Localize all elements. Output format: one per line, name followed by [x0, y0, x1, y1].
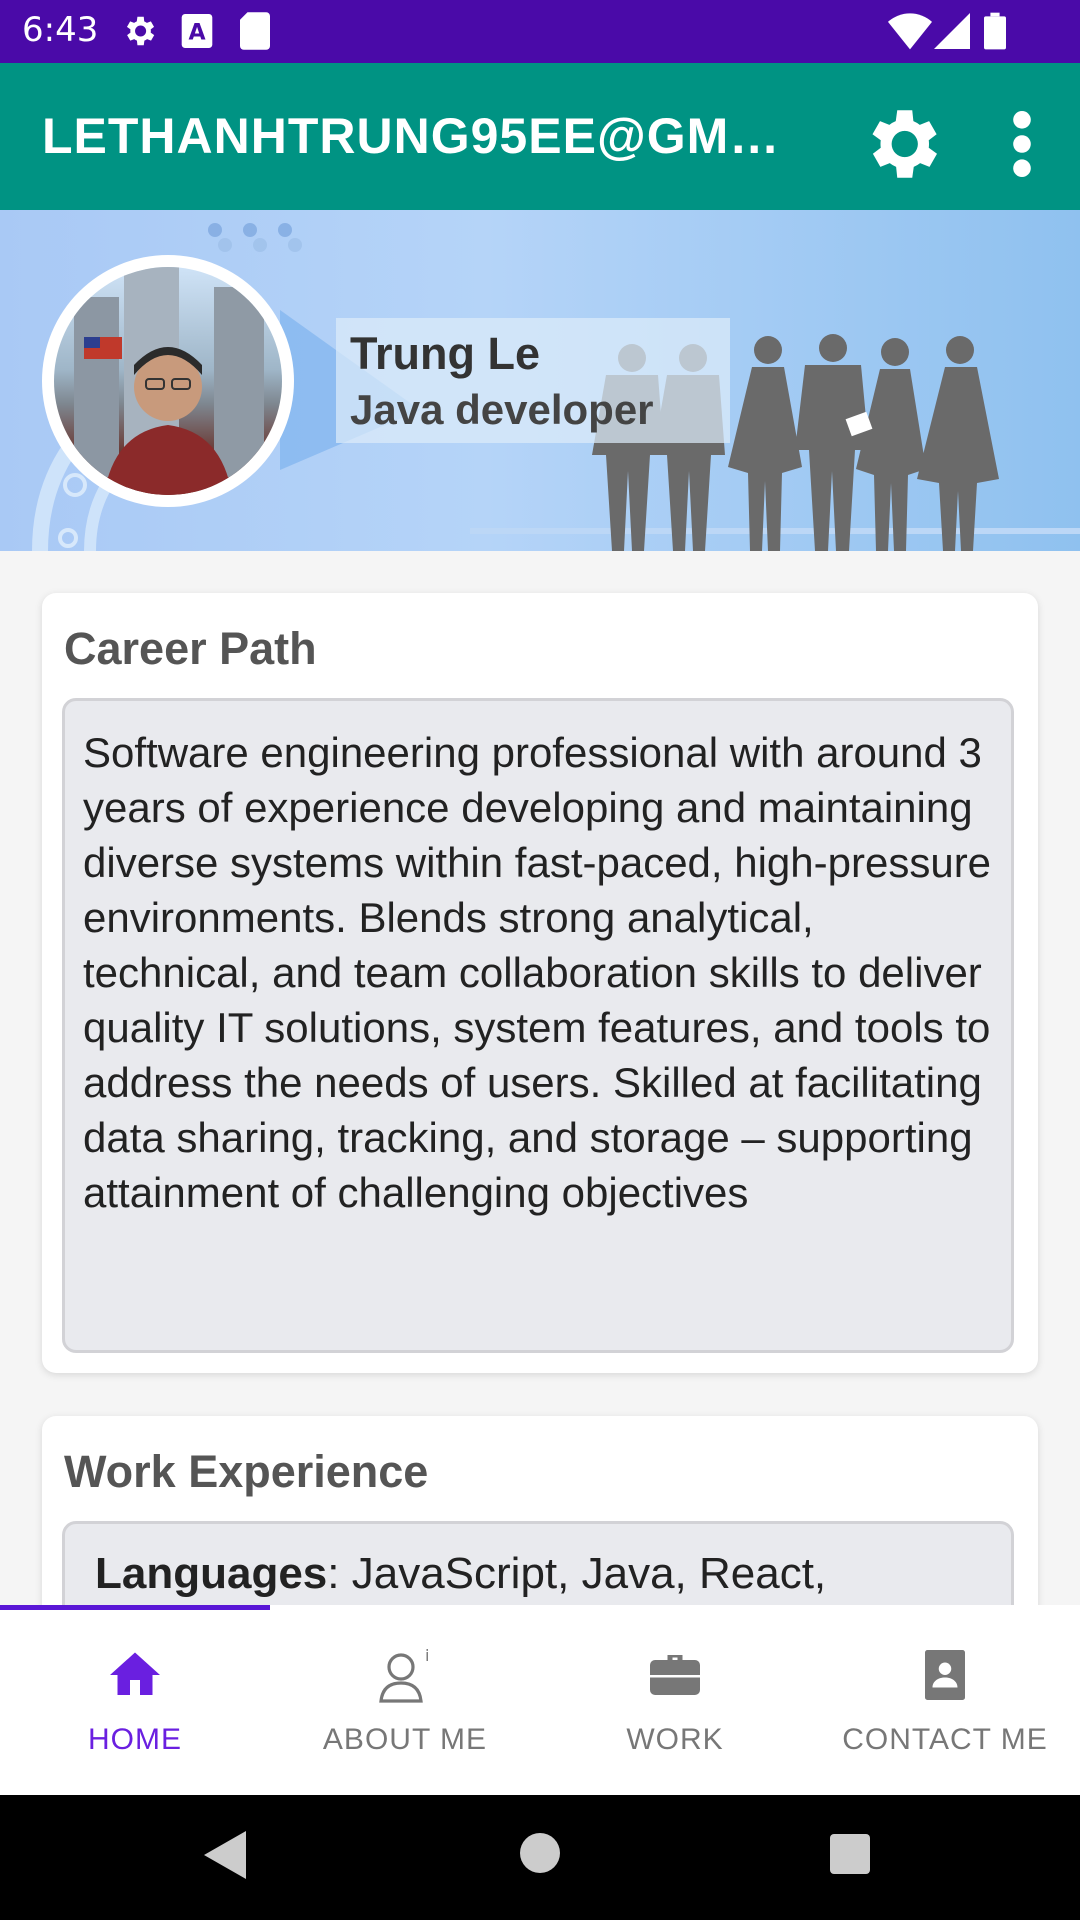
wifi-icon	[888, 13, 932, 50]
avatar	[42, 255, 294, 507]
sd-card-icon	[240, 12, 270, 50]
status-time: 6:43	[22, 10, 99, 50]
work-experience-languages: Languages: JavaScript, Java, React,	[95, 1546, 1005, 1601]
settings-icon[interactable]	[856, 99, 946, 189]
career-path-body: Software engineering professional with a…	[83, 729, 992, 1216]
more-vert-icon[interactable]	[1010, 111, 1034, 177]
nav-home[interactable]: HOME	[0, 1605, 270, 1795]
nav-work-label: WORK	[626, 1723, 724, 1756]
profile-role: Java developer	[350, 386, 654, 433]
home-icon	[110, 1652, 160, 1695]
home-circle-icon[interactable]	[520, 1833, 560, 1873]
profile-photo	[54, 267, 282, 495]
system-navigation-bar	[0, 1795, 1080, 1920]
battery-icon	[984, 12, 1006, 50]
cell-signal-icon	[934, 13, 970, 49]
nav-work[interactable]: WORK	[540, 1605, 810, 1795]
profile-banner: Trung Le Java developer	[0, 210, 1080, 551]
career-path-body-box: Software engineering professional with a…	[62, 698, 1014, 1353]
app-bar-title: LETHANHTRUNG95EE@GMAIL.COM	[42, 108, 802, 164]
bottom-navigation: HOME i ABOUT ME WORK CONTACT ME	[0, 1605, 1080, 1795]
profile-name-box: Trung Le Java developer	[336, 318, 730, 443]
svg-text:A: A	[188, 20, 205, 46]
profile-name: Trung Le	[350, 328, 540, 379]
work-experience-card: Work Experience Languages: JavaScript, J…	[42, 1416, 1038, 1651]
nav-about-me-label: ABOUT ME	[322, 1723, 488, 1756]
app-bar: LETHANHTRUNG95EE@GMAIL.COM	[0, 63, 1080, 210]
work-experience-title: Work Experience	[64, 1446, 429, 1497]
font-a-icon: A	[181, 14, 213, 48]
languages-value: : JavaScript, Java, React,	[327, 1549, 827, 1598]
person-info-icon: i	[379, 1646, 429, 1703]
career-path-title: Career Path	[64, 623, 317, 674]
nav-contact-me[interactable]: CONTACT ME	[810, 1605, 1080, 1795]
contact-book-icon	[925, 1650, 965, 1700]
languages-label: Languages	[95, 1549, 328, 1598]
nav-contact-me-label: CONTACT ME	[842, 1723, 1048, 1756]
briefcase-icon	[650, 1655, 700, 1695]
nav-home-label: HOME	[88, 1723, 182, 1756]
nav-about-me[interactable]: i ABOUT ME	[270, 1605, 540, 1795]
svg-text:i: i	[425, 1646, 429, 1665]
gear-icon	[126, 16, 155, 46]
recents-icon[interactable]	[830, 1834, 870, 1874]
back-icon[interactable]	[204, 1831, 246, 1879]
status-bar: 6:43 A	[0, 0, 1080, 63]
career-path-card: Career Path Software engineering profess…	[42, 593, 1038, 1373]
